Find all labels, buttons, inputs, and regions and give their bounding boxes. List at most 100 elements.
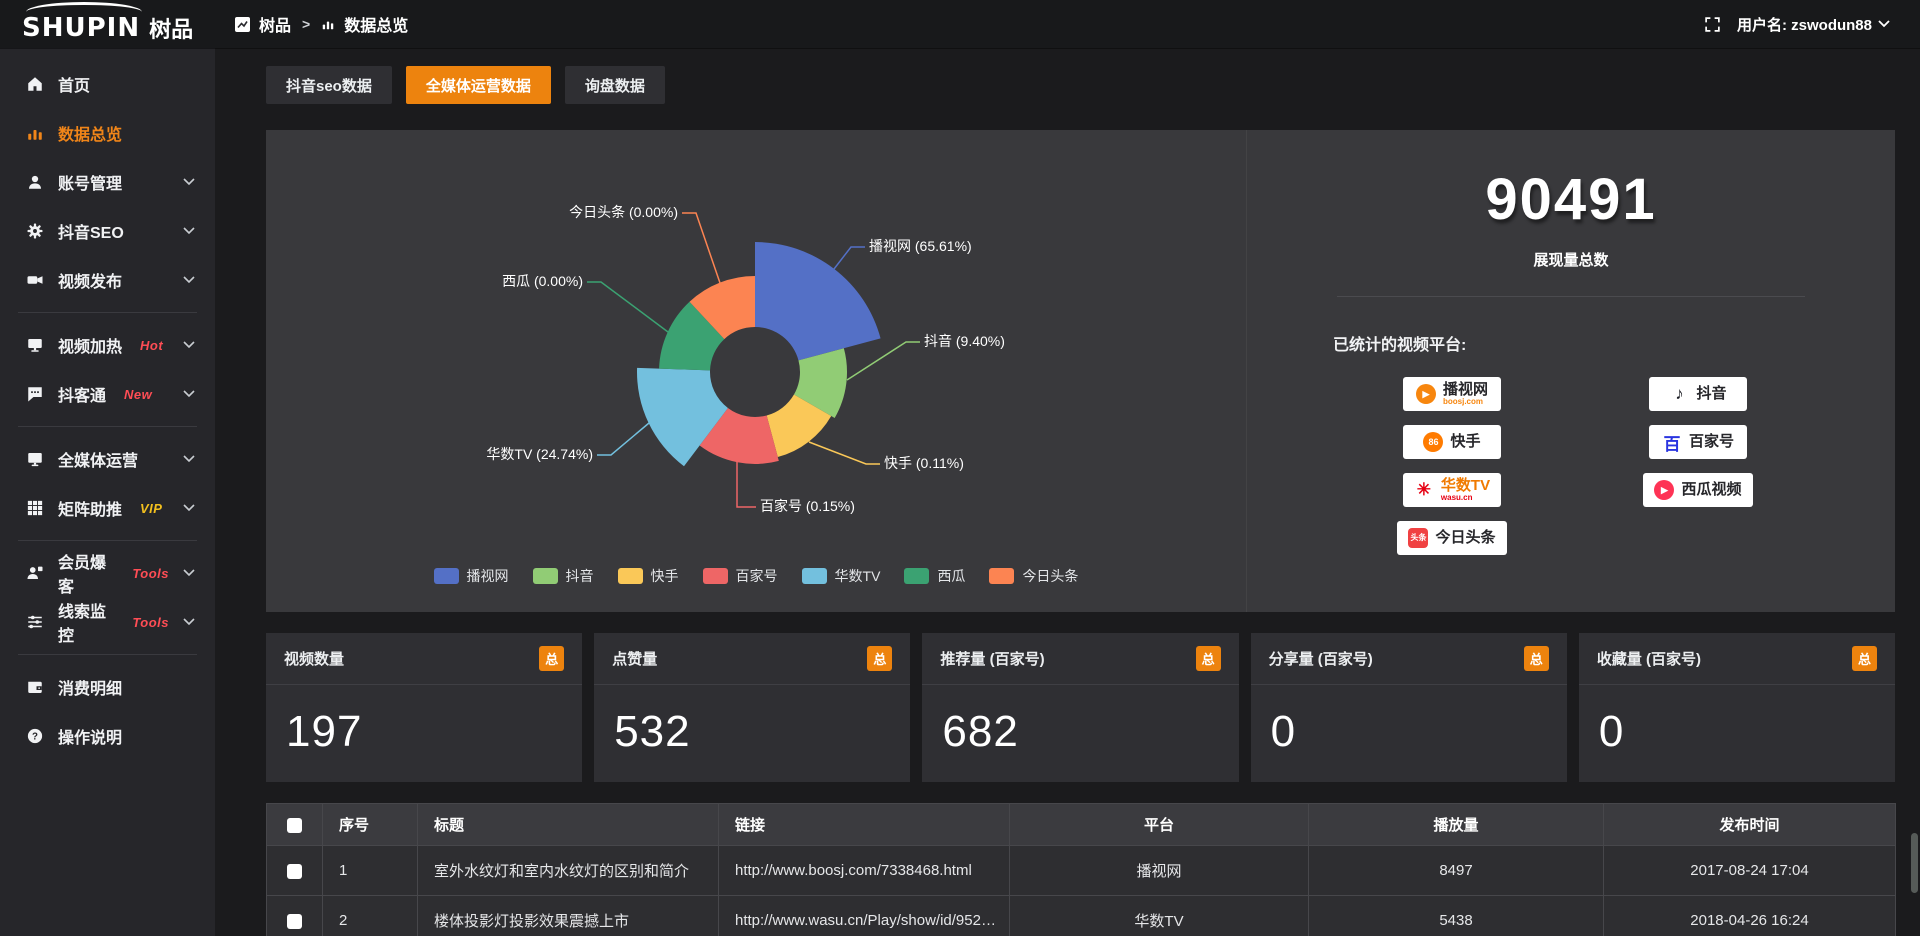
cell-time: 2017-08-24 17:04 — [1604, 846, 1896, 896]
legend-item[interactable]: 今日头条 — [989, 566, 1078, 586]
sidebar-item-gear[interactable]: 抖音SEO — [0, 211, 215, 251]
chevron-down-icon — [183, 390, 195, 398]
row-checkbox[interactable] — [287, 914, 302, 929]
stat-card-title: 视频数量 — [284, 648, 344, 669]
cell-title[interactable]: 楼体投影灯投影效果震撼上市 — [418, 896, 719, 936]
tab-2[interactable]: 全媒体运营数据 — [406, 66, 551, 104]
fullscreen-icon[interactable] — [1704, 16, 1721, 33]
legend-item[interactable]: 西瓜 — [904, 566, 965, 586]
legend-item[interactable]: 播视网 — [434, 566, 509, 586]
platform-badge: ▶播视网boosj.com — [1403, 377, 1501, 411]
sidebar-item-sliders[interactable]: 线索监控Tools — [0, 602, 215, 642]
sidebar-item-chat[interactable]: 抖客通New — [0, 374, 215, 414]
app-logo: SHUPIN 树品 — [0, 0, 215, 48]
platform-text: 播视网boosj.com — [1443, 382, 1488, 406]
sidebar-item-video[interactable]: 视频发布 — [0, 260, 215, 300]
sidebar-item-home[interactable]: 首页 — [0, 64, 215, 104]
videos-table: 序号标题链接平台播放量发布时间 1室外水纹灯和室内水纹灯的区别和简介http:/… — [266, 803, 1896, 936]
topbar: SHUPIN 树品 树品 > 数据总览 用户名: zswodun88 — [0, 0, 1920, 48]
breadcrumb-current[interactable]: 数据总览 — [344, 12, 408, 36]
column-header-link: 链接 — [719, 804, 1010, 846]
legend-swatch — [618, 568, 643, 584]
platform-text: 今日头条 — [1435, 530, 1495, 546]
legend-swatch — [989, 568, 1014, 584]
legend-item[interactable]: 抖音 — [533, 566, 594, 586]
stat-card-title: 点赞量 — [612, 648, 657, 669]
cell-check — [267, 846, 323, 896]
cell-link[interactable]: http://www.boosj.com/7338468.html — [719, 846, 1010, 896]
legend-label: 快手 — [651, 566, 679, 586]
sidebar-item-label: 操作说明 — [58, 724, 122, 748]
cell-views: 8497 — [1309, 846, 1604, 896]
platform-subtext: wasu.cn — [1441, 494, 1473, 502]
logo-cjk: 树品 — [149, 12, 193, 44]
toutiao-icon: 头条 — [1408, 528, 1428, 548]
pie-label-line — [809, 442, 880, 464]
user-menu[interactable]: 用户名: zswodun88 — [1737, 14, 1890, 35]
column-header-time: 发布时间 — [1604, 804, 1896, 846]
sidebar-item-tag: Hot — [140, 338, 163, 353]
tab-3[interactable]: 询盘数据 — [565, 66, 665, 104]
cell-index: 1 — [323, 846, 418, 896]
rose-chart[interactable]: 播视网 (65.61%)抖音 (9.40%)快手 (0.11%)百家号 (0.1… — [266, 130, 1246, 550]
grid-icon — [26, 499, 44, 517]
platform-badge: ♪抖音 — [1649, 377, 1747, 411]
legend-label: 抖音 — [566, 566, 594, 586]
platform-badge: 86快手 — [1403, 425, 1501, 459]
chevron-down-icon — [183, 227, 195, 235]
chevron-down-icon — [183, 178, 195, 186]
sidebar-item-heat[interactable]: 视频加热 Hot — [0, 325, 215, 365]
sidebar-item-help[interactable]: 操作说明 — [0, 716, 215, 756]
sidebar-item-tag: Tools — [132, 615, 169, 630]
stat-card-value: 532 — [594, 685, 910, 757]
row-checkbox[interactable] — [287, 864, 302, 879]
chevron-down-icon — [183, 276, 195, 284]
platform-badge: ▶西瓜视频 — [1643, 473, 1752, 507]
breadcrumb-root[interactable]: 树品 — [259, 12, 291, 36]
sidebar-item-user[interactable]: 账号管理 — [0, 162, 215, 202]
legend-item[interactable]: 快手 — [618, 566, 679, 586]
stat-card: 推荐量 (百家号)总682 — [922, 633, 1238, 782]
summary-panel: 90491 展现量总数 已统计的视频平台: ▶播视网boosj.com♪抖音86… — [1246, 130, 1895, 612]
pie-slice-1[interactable] — [755, 242, 881, 360]
sidebar-item-grid[interactable]: 矩阵助推VIP — [0, 488, 215, 528]
legend-item[interactable]: 百家号 — [703, 566, 778, 586]
stat-card-header: 点赞量总 — [594, 633, 910, 685]
platform-text: 抖音 — [1696, 386, 1726, 402]
legend-swatch — [802, 568, 827, 584]
stat-card-header: 推荐量 (百家号)总 — [922, 633, 1238, 685]
chat-icon — [26, 385, 44, 403]
chart-legend: 播视网 抖音 快手 百家号 华数TV 西瓜 今日头条 — [266, 566, 1246, 586]
sidebar-item-label: 消费明细 — [58, 675, 122, 699]
cell-check — [267, 896, 323, 936]
stat-cards-row: 视频数量总197点赞量总532推荐量 (百家号)总682分享量 (百家号)总0收… — [266, 633, 1895, 782]
bars-icon — [321, 17, 335, 31]
platform-badge: 百百家号 — [1649, 425, 1747, 459]
scrollbar-thumb[interactable] — [1911, 833, 1918, 893]
sidebar-item-bars[interactable]: 数据总览 — [0, 113, 215, 153]
chart-panel: 播视网 (65.61%)抖音 (9.40%)快手 (0.11%)百家号 (0.1… — [266, 130, 1895, 612]
sidebar-item-label: 视频加热 — [58, 333, 122, 357]
sidebar-item-label: 线索监控 — [58, 598, 114, 646]
sidebar-item-wallet[interactable]: 消费明细 — [0, 667, 215, 707]
sidebar-item-member[interactable]: 会员爆客Tools — [0, 553, 215, 593]
gear-icon — [26, 222, 44, 240]
stat-card-header: 视频数量总 — [266, 633, 582, 685]
tab-1[interactable]: 抖音seo数据 — [266, 66, 392, 104]
baijiahao-icon: 百 — [1662, 432, 1682, 452]
stat-card-value: 197 — [266, 685, 582, 757]
sidebar-item-tag: Tools — [132, 566, 169, 581]
username-label: 用户名: zswodun88 — [1737, 14, 1872, 35]
table-row: 1室外水纹灯和室内水纹灯的区别和简介http://www.boosj.com/7… — [267, 846, 1896, 896]
cell-title[interactable]: 室外水纹灯和室内水纹灯的区别和简介 — [418, 846, 719, 896]
stat-card: 分享量 (百家号)总0 — [1251, 633, 1567, 782]
sidebar-item-monitor[interactable]: 全媒体运营 — [0, 439, 215, 479]
cell-platform: 华数TV — [1010, 896, 1309, 936]
legend-item[interactable]: 华数TV — [802, 566, 881, 586]
cell-link[interactable]: http://www.wasu.cn/Play/show/id/952… — [719, 896, 1010, 936]
sidebar-item-label: 全媒体运营 — [58, 447, 138, 471]
chevron-down-icon — [183, 341, 195, 349]
logo-arc-decoration — [26, 2, 142, 22]
select-all-checkbox[interactable] — [287, 818, 302, 833]
column-header-title: 标题 — [418, 804, 719, 846]
